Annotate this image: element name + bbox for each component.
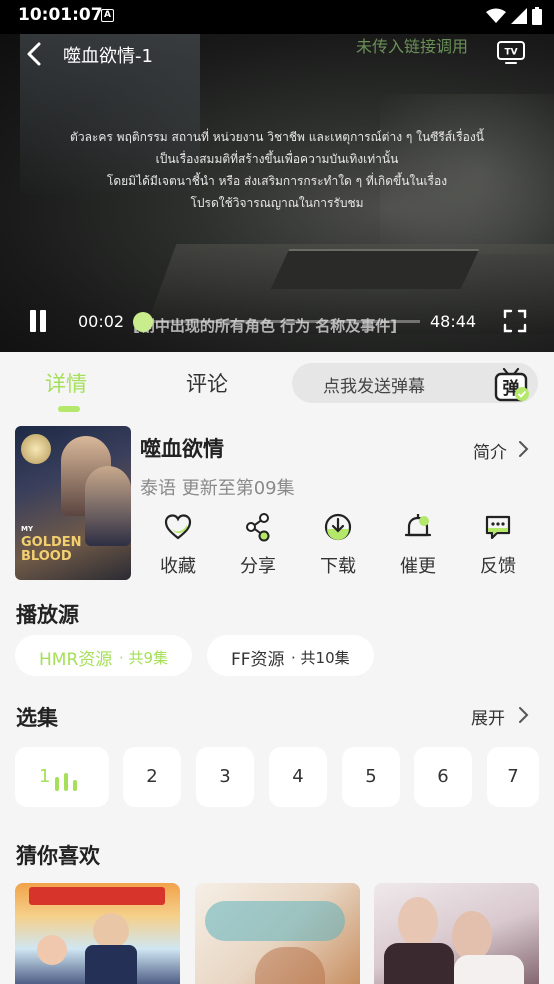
bell-icon [404,514,432,537]
fullscreen-icon[interactable] [503,309,527,333]
source-name: HMR资源 [39,650,113,670]
episode-number: 1 [39,766,51,787]
system-icons [486,7,542,25]
progress-knob[interactable] [133,312,153,332]
cast-tv-icon[interactable]: TV [496,39,526,65]
episode-button-5[interactable]: 5 [342,747,400,807]
share-icon [246,513,270,542]
signal-icon [511,8,527,24]
show-meta: 泰语 更新至第09集 [140,478,295,499]
remind-update-button[interactable]: 催更 [388,512,448,578]
download-button[interactable]: 下载 [308,512,368,578]
disclaimer-line: โปรดใช้วิจารณญาณในการรับชม [190,196,364,210]
status-time: 10:01:07 [18,5,103,25]
playing-indicator-icon [55,773,77,791]
recommend-card[interactable] [195,883,360,984]
svg-text:TV: TV [504,48,517,58]
episode-button-3[interactable]: 3 [196,747,254,807]
feedback-button[interactable]: 反馈 [468,512,528,578]
pause-icon[interactable] [28,310,48,332]
danmaku-toggle-button[interactable]: 弹 [494,366,530,402]
tab-indicator [58,406,80,412]
recommend-card[interactable] [15,883,180,984]
action-label: 催更 [400,556,436,577]
disclaimer-line: โดยมิได้มีเจตนาชี้นำ หรือ ส่งเสริมการกระ… [106,174,448,188]
action-label: 下载 [320,556,356,577]
sources-title: 播放源 [16,603,79,627]
source-name: FF资源 [231,650,285,670]
intro-link[interactable]: 简介 [473,438,507,463]
disclaimer-line: เป็นเรื่องสมมติที่สร้างขึ้นเพื่อความบันเ… [155,152,399,166]
video-player[interactable]: 噬血欲情-1 未传入链接调用 TV ตัวละคร พฤติกรรม สถานท… [0,34,554,352]
chevron-right-icon[interactable] [517,706,529,724]
pause-bar [30,310,36,332]
favorite-button[interactable]: 收藏 [148,512,208,578]
tab-details[interactable]: 详情 [45,368,87,398]
action-label: 收藏 [160,556,196,577]
feedback-icon [485,515,511,540]
video-frame-book [270,249,480,289]
app-screen: 10:01:07 A 噬血欲情-1 未传入链接调用 TV ตัวละคร พฤต… [0,0,554,984]
video-subtitle-disclaimer: ตัวละคร พฤติกรรม สถานที่ หน่วยงาน วิชาชี… [0,126,554,214]
card-figure [255,947,325,984]
current-time: 00:02 [78,312,125,331]
episode-button-2[interactable]: 2 [123,747,181,807]
notification-a-icon: A [101,9,114,22]
battery-icon [532,7,542,25]
source-count: · 共9集 [119,649,169,667]
card-face [452,911,492,961]
card-banner [29,887,165,905]
tab-comments[interactable]: 评论 [186,368,228,398]
card-figure [454,955,524,984]
source-chip-ff[interactable]: FF资源 · 共10集 [207,635,374,676]
card-figure [85,945,137,984]
poster-moon [21,434,51,464]
source-chip-hmr[interactable]: HMR资源 · 共9集 [15,635,192,676]
card-title-art [205,901,345,941]
card-face [398,897,438,947]
wifi-icon [486,8,506,23]
download-icon [324,513,352,541]
poster-title-line: MY [21,525,34,533]
action-label: 反馈 [480,556,516,577]
poster-title-line: BLOOD [21,549,72,564]
recommend-card[interactable] [374,883,539,984]
chevron-right-icon[interactable] [517,440,529,458]
disclaimer-line: ตัวละคร พฤติกรรม สถานที่ หน่วยงาน วิชาชี… [70,130,484,144]
episode-button-7[interactable]: 7 [487,747,539,807]
expand-episodes-link[interactable]: 展开 [471,704,505,729]
poster-title: MY GOLDEN BLOOD [21,522,82,564]
action-label: 分享 [240,556,276,577]
show-title: 噬血欲情 [140,437,224,461]
danmaku-overlay-text: [剧中出现的所有角色 行为 名称及事件] [133,317,398,335]
share-button[interactable]: 分享 [228,512,288,578]
total-time: 48:44 [430,312,477,331]
poster-figure [85,466,131,546]
episodes-title: 选集 [16,706,58,730]
episode-button-4[interactable]: 4 [269,747,327,807]
video-title: 噬血欲情-1 [63,46,153,67]
card-face [37,935,67,965]
heart-icon [164,514,192,540]
show-poster[interactable]: MY GOLDEN BLOOD [15,426,131,580]
poster-title-line: GOLDEN [21,535,82,550]
card-face [93,913,129,949]
danmaku-placeholder: 点我发送弹幕 [323,377,425,397]
video-watermark: 未传入链接调用 [356,37,469,56]
card-figure [384,943,454,984]
episode-button-6[interactable]: 6 [414,747,472,807]
source-count: · 共10集 [291,649,350,667]
recommend-title: 猜你喜欢 [16,844,100,868]
back-icon[interactable] [24,41,46,67]
pause-bar [40,310,46,332]
detail-tabs: 详情 评论 点我发送弹幕 弹 [0,352,554,414]
episode-button-1[interactable]: 1 [15,747,109,807]
status-bar: 10:01:07 A [0,0,554,34]
